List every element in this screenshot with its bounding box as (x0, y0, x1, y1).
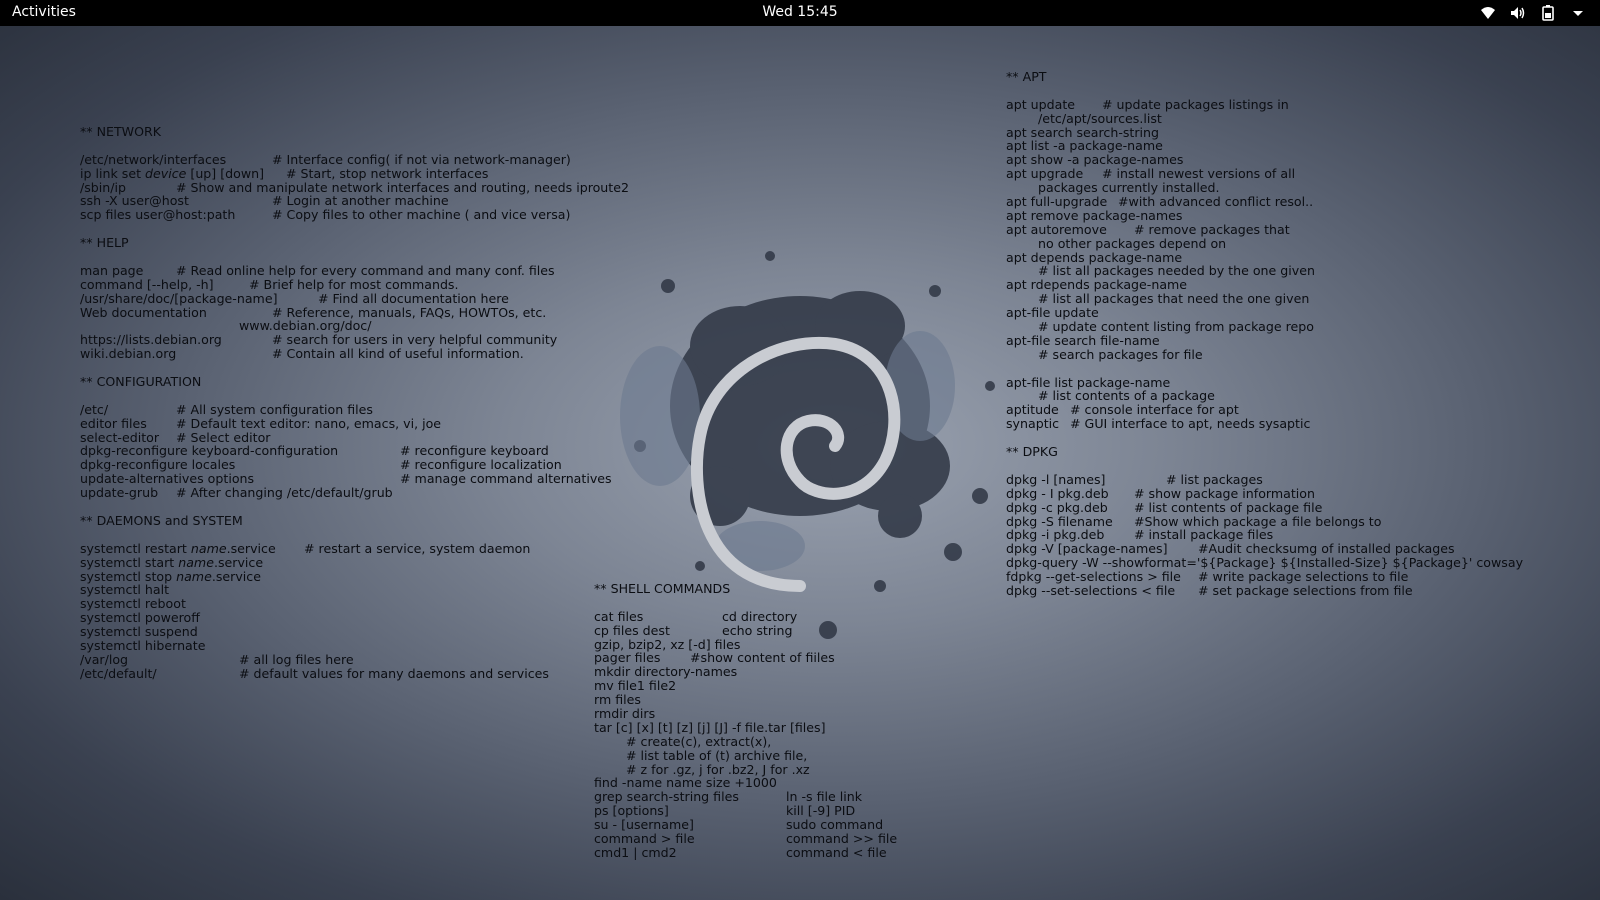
dpkg-row: dpkg - I pkg.deb # show package informati… (1006, 485, 1315, 501)
section-heading: ** APT (1006, 69, 1047, 84)
apt-row: apt-file list package-name (1006, 374, 1171, 390)
shell-row: pager files #show content of fiiles (594, 650, 835, 666)
apt-row: apt-file search file-name (1006, 332, 1160, 348)
right-column: ** APT apt update # update packages listi… (1006, 70, 1523, 598)
shell-row: # z for .gz, j for .bz2, J for .xz (626, 761, 810, 777)
dpkg-row: dpkg -V [package-names] #Audit checksumg … (1006, 541, 1455, 557)
daemon-row-5: systemctl reboot (80, 596, 186, 612)
conf-row-6: update-alternatives options # manage comm… (80, 471, 612, 487)
battery-icon[interactable] (1538, 3, 1558, 23)
shell-row: grep search-string files ln -s file link (594, 789, 863, 805)
help-row-7: wiki.debian.org # Contain all kind of use… (80, 346, 524, 362)
daemon-row-1: systemctl restart name.service # restart … (80, 540, 531, 556)
apt-row: apt upgrade # install newest versions of … (1006, 166, 1296, 182)
conf-row-4: dpkg-reconfigure keyboard-configuration #… (80, 443, 549, 459)
help-row-2: command [--help, -h] # Brief help for mos… (80, 276, 459, 292)
shell-row: rmdir dirs (594, 706, 656, 722)
daemon-row-3: systemctl stop name.service (80, 568, 261, 584)
shell-row: tar [c] [x] [t] [z] [j] [J] -f file.tar … (594, 719, 826, 735)
apt-row: apt show -a package-names (1006, 152, 1184, 168)
apt-row: apt update # update packages listings in (1006, 96, 1289, 112)
daemon-row-4: systemctl halt (80, 582, 170, 598)
shell-row: command > file command >> file (594, 831, 898, 847)
daemon-row-8: systemctl hibernate (80, 637, 206, 653)
section-heading: ** HELP (80, 235, 129, 251)
dpkg-row: fdpkg --get-selections > file # write pac… (1006, 569, 1409, 585)
net-row-2: ip link set device [up] [down] # Start, s… (80, 165, 489, 181)
left-column: ** NETWORK /etc/network/interfaces # Inte… (80, 124, 629, 681)
shell-row: mkdir directory-names (594, 664, 738, 680)
dpkg-row: dpkg -l [names] # list packages (1006, 471, 1263, 487)
section-heading: ** SHELL COMMANDS (594, 581, 731, 596)
net-row-4: ssh -X user@host # Login at another machi… (80, 193, 449, 209)
apt-row: apt-file update (1006, 305, 1099, 321)
apt-row: # search packages for file (1038, 346, 1203, 362)
shell-row: cat files cd directory (594, 608, 798, 624)
apt-row: # list all packages needed by the one gi… (1038, 263, 1315, 279)
section-heading: ** CONFIGURATION (80, 374, 202, 390)
volume-icon[interactable] (1508, 3, 1528, 23)
conf-row-7: update-grub # After changing /etc/default… (80, 485, 393, 501)
shell-row: su - [username] sudo command (594, 817, 884, 833)
help-row-4: Web documentation # Reference, manuals, F… (80, 304, 547, 320)
section-heading: ** DAEMONS and SYSTEM (80, 512, 243, 528)
apt-row: apt remove package-names (1006, 207, 1183, 223)
shell-row: cmd1 | cmd2 command < file (594, 844, 887, 860)
conf-row-1: /etc/# All system configuration files (80, 401, 373, 417)
help-row-5: www.debian.org/doc/ (239, 318, 372, 334)
shell-column: ** SHELL COMMANDS cat files cd directory … (594, 581, 898, 860)
dpkg-row: dpkg -c pkg.deb # list contents of packag… (1006, 499, 1323, 515)
apt-row: /etc/apt/sources.list (1038, 110, 1162, 126)
conf-row-5: dpkg-reconfigure locales # reconfigure lo… (80, 457, 562, 473)
conf-row-2: editor files # Default text editor: nano,… (80, 415, 442, 431)
apt-row: apt rdepends package-name (1006, 277, 1188, 293)
apt-row: synaptic # GUI interface to apt, needs sy… (1006, 416, 1311, 432)
clock-button[interactable]: Wed 15:45 (762, 4, 837, 20)
dpkg-row: dpkg -i pkg.deb # install package files (1006, 527, 1274, 543)
net-row-5: scp files user@host:path # Copy files to … (80, 207, 571, 223)
daemon-row-9: /var/log # all log files here (80, 651, 354, 667)
top-bar: Activities Wed 15:45 (0, 0, 1600, 26)
shell-row: mv file1 file2 (594, 678, 677, 694)
apt-row: apt depends package-name (1006, 249, 1183, 265)
desktop-background: ** NETWORK /etc/network/interfaces # Inte… (0, 26, 1600, 900)
apt-row: packages currently installed. (1038, 180, 1220, 196)
shell-row: find -name name size +1000 (594, 775, 777, 791)
apt-row: apt full-upgrade #with advanced conflict … (1006, 194, 1314, 210)
shell-row: # create(c), extract(x), (626, 733, 772, 749)
conf-row-3: select-editor # Select editor (80, 429, 271, 445)
apt-row: # list all packages that need the one gi… (1038, 291, 1310, 307)
apt-row: apt list -a package-name (1006, 138, 1163, 154)
activities-button[interactable]: Activities (12, 4, 76, 20)
net-row-3: /sbin/ip # Show and manipulate network in… (80, 179, 629, 195)
shell-row: cp files dest echo string (594, 622, 793, 638)
section-heading: ** NETWORK (80, 124, 162, 139)
help-row-1: man page # Read online help for every com… (80, 262, 555, 278)
clock: Wed 15:45 (0, 4, 1600, 20)
shell-row: # list table of (t) archive file, (626, 747, 808, 763)
help-row-3: /usr/share/doc/[package-name] # Find all … (80, 290, 509, 306)
dpkg-row: dpkg-query -W --showformat='${Package} $… (1006, 555, 1524, 571)
apt-row: apt search search-string (1006, 124, 1160, 140)
shell-row: rm files (594, 692, 641, 708)
apt-row: # list contents of a package (1038, 388, 1215, 404)
wifi-icon[interactable] (1478, 3, 1498, 23)
net-row-1: /etc/network/interfaces # Interface confi… (80, 151, 571, 167)
menu-arrow-icon[interactable] (1568, 3, 1588, 23)
daemon-row-10: /etc/default/# default values for many d… (80, 665, 549, 681)
daemon-row-2: systemctl start name.service (80, 554, 264, 570)
daemon-row-6: systemctl poweroff (80, 610, 200, 626)
section-heading: ** DPKG (1006, 444, 1058, 460)
dpkg-row: dpkg --set-selections < file # set packag… (1006, 582, 1413, 598)
help-row-6: https://lists.debian.org # search for use… (80, 332, 558, 348)
dpkg-row: dpkg -S filename #Show which package a fi… (1006, 513, 1382, 529)
shell-row: gzip, bzip2, xz [-d] files (594, 636, 741, 652)
shell-row: ps [options] kill [-9] PID (594, 803, 856, 819)
apt-row: # update content listing from package re… (1038, 319, 1314, 335)
apt-row: no other packages depend on (1038, 235, 1227, 251)
system-tray[interactable] (1478, 3, 1588, 23)
apt-row: aptitude # console interface for apt (1006, 402, 1239, 418)
daemon-row-7: systemctl suspend (80, 624, 198, 640)
apt-row: apt autoremove # remove packages that (1006, 221, 1290, 237)
